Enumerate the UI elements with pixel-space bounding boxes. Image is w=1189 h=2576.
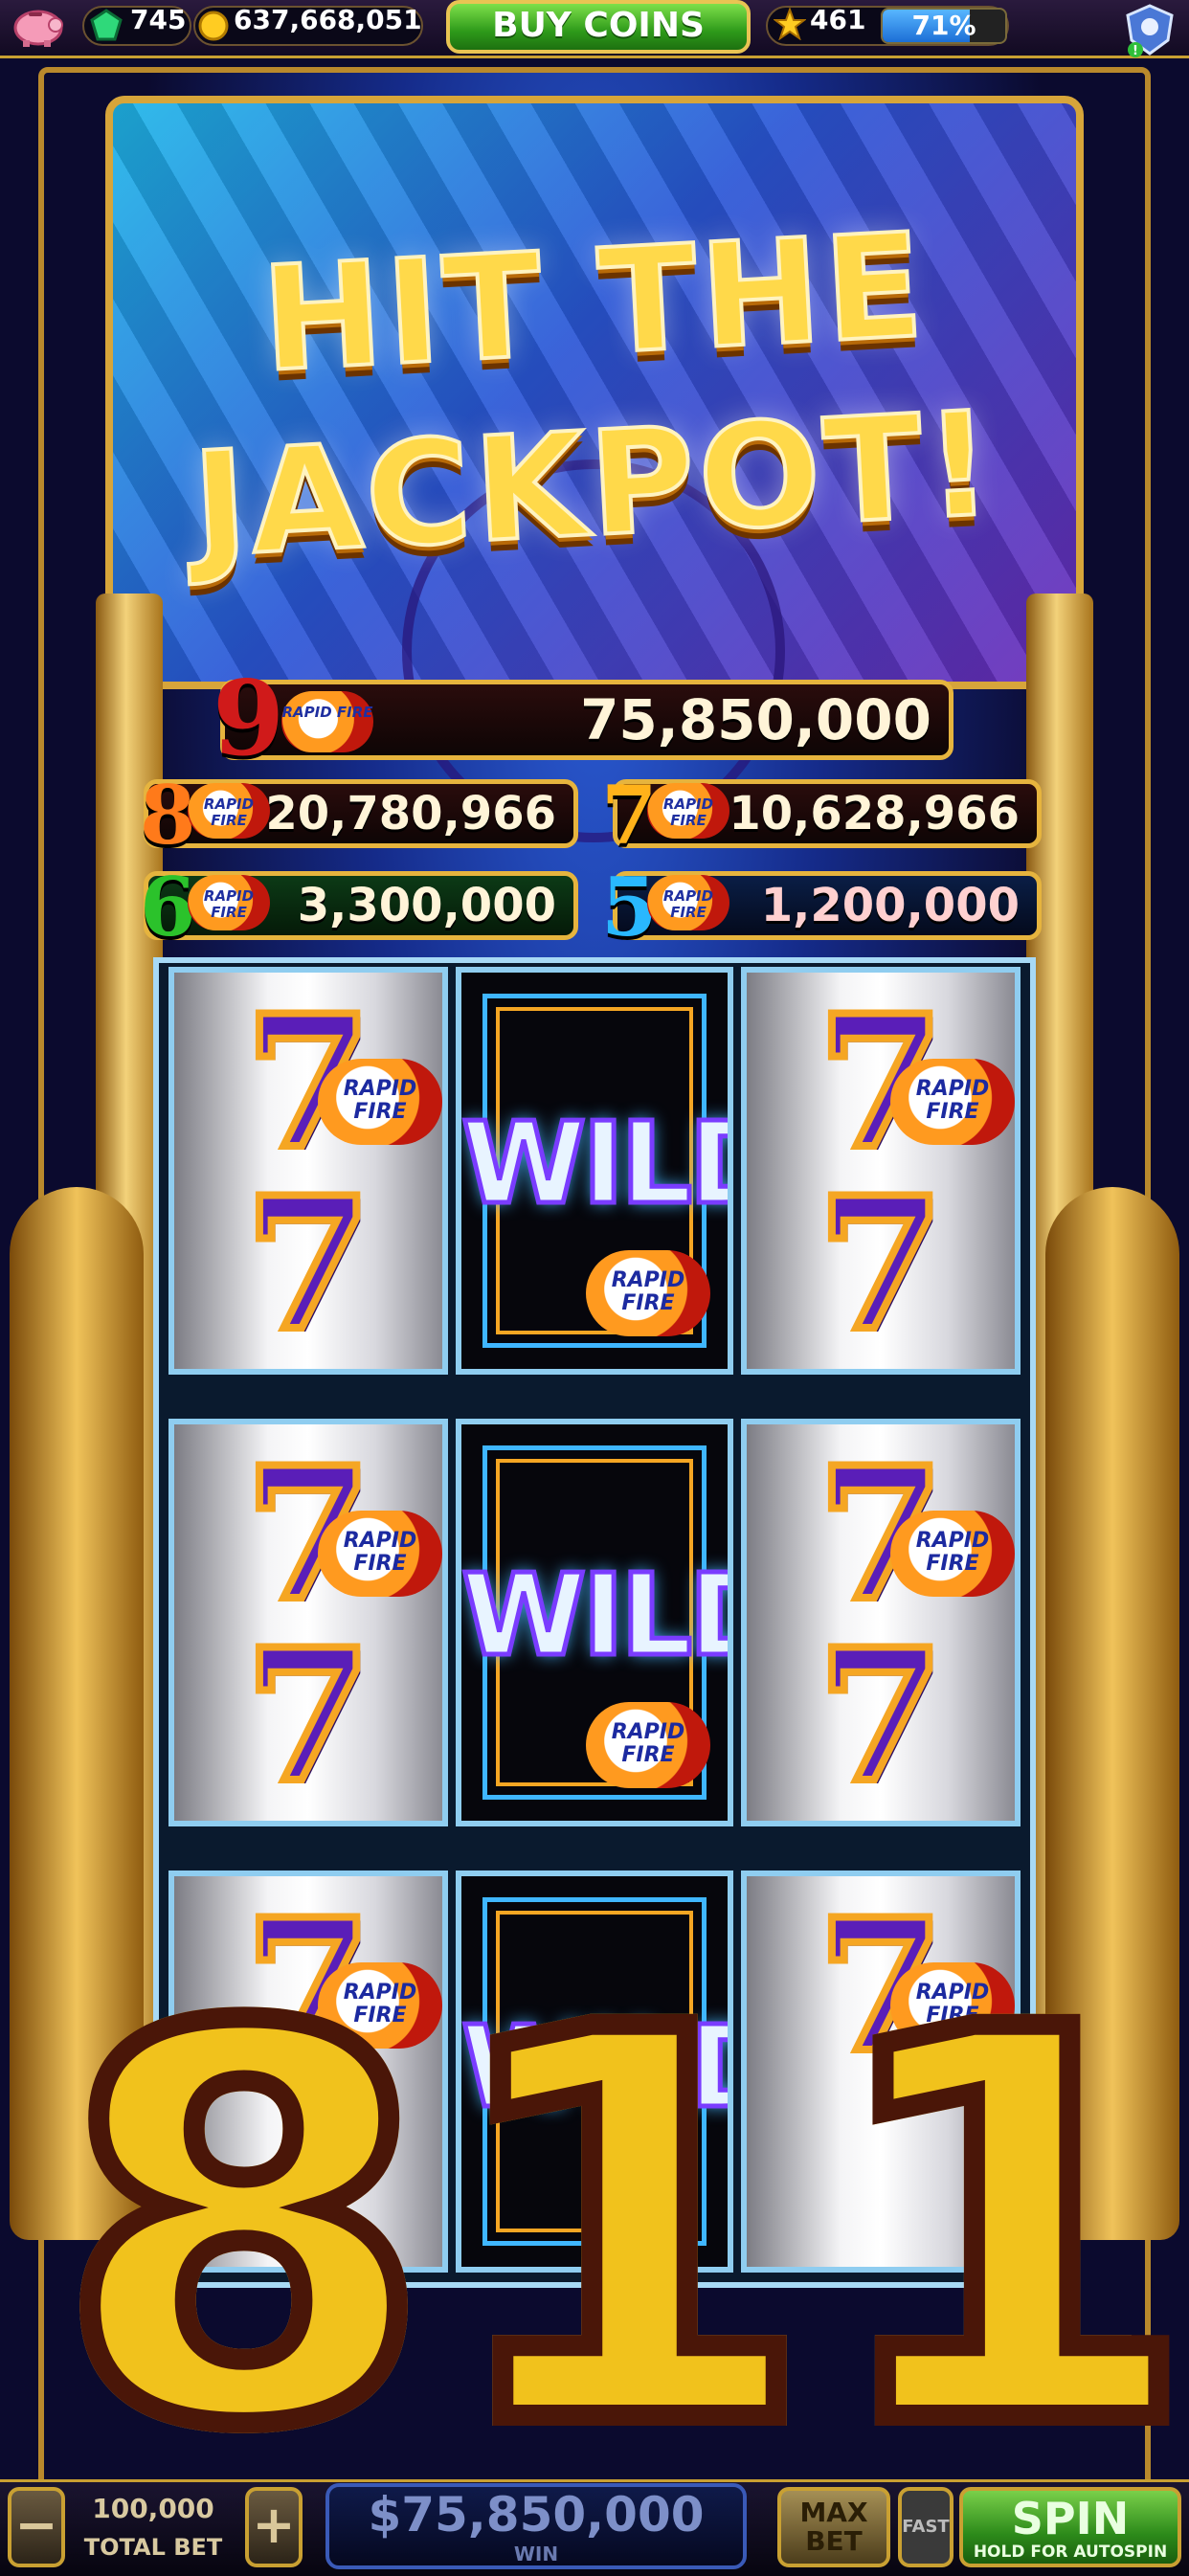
- reel-cell-seven: 7 7 RAPID FIRE: [741, 1419, 1021, 1826]
- wild-symbol: WILD: [461, 1547, 728, 1684]
- gem-count: 745: [130, 4, 187, 35]
- win-display: $75,850,000 WIN: [325, 2483, 747, 2569]
- total-bet-display: 100,000 TOTAL BET: [67, 2487, 239, 2567]
- buy-coins-button[interactable]: BUY COINS: [446, 0, 751, 54]
- seven-symbol: 7: [241, 1157, 375, 1371]
- coin-icon: [197, 10, 230, 42]
- star-icon: [773, 7, 807, 41]
- xp-progress-bar: 71%: [881, 8, 1007, 44]
- decrease-bet-button[interactable]: −: [8, 2487, 65, 2567]
- increase-bet-button[interactable]: +: [245, 2487, 303, 2567]
- player-level: 461: [810, 4, 866, 35]
- reel-cell-seven: 7 7 RAPID FIRE: [168, 967, 448, 1375]
- wild-symbol: WILD: [461, 1095, 728, 1232]
- rapid-fire-badge: RAPID FIRE: [890, 1059, 1015, 1145]
- total-bet-value: 100,000: [92, 2493, 214, 2524]
- rapid-fire-badge: RAPID FIRE: [647, 875, 729, 930]
- overlay-counter: 811: [47, 1918, 1189, 2542]
- xp-percent: 71%: [911, 10, 976, 41]
- rapid-fire-badge: RAPID FIRE: [188, 783, 270, 839]
- reel-cell-seven: 7 7 RAPID FIRE: [168, 1419, 448, 1826]
- rapid-fire-badge: RAPID FIRE: [318, 1511, 442, 1597]
- jackpot-value: 3,300,000: [297, 879, 556, 932]
- reel-cell-seven: 7 7 RAPID FIRE: [741, 967, 1021, 1375]
- piggy-bank-icon[interactable]: [8, 4, 69, 48]
- total-bet-label: TOTAL BET: [83, 2534, 223, 2561]
- profile-badge-icon[interactable]: !: [1120, 2, 1179, 59]
- jackpot-value: 20,780,966: [265, 787, 556, 840]
- top-bar: 745 637,668,051 BUY COINS 461 71% !: [0, 0, 1189, 58]
- coin-balance: 637,668,051: [234, 4, 422, 35]
- fast-spin-toggle[interactable]: FAST: [898, 2487, 953, 2567]
- spin-button[interactable]: SPIN HOLD FOR AUTOSPIN: [959, 2487, 1181, 2567]
- rapid-fire-badge: RAPID FIRE: [647, 783, 729, 839]
- win-label: WIN: [513, 2542, 559, 2565]
- reel-cell-wild: WILD RAPID FIRE: [456, 1419, 733, 1826]
- gem-icon: [90, 9, 123, 41]
- jackpot-value: 75,850,000: [580, 687, 931, 752]
- win-amount: $75,850,000: [368, 2487, 705, 2542]
- rapid-fire-badge: RAPID FIRE: [188, 875, 270, 930]
- rapid-fire-badge: RAPID FIRE: [586, 1250, 710, 1336]
- jackpot-number: 9: [213, 659, 285, 779]
- jackpot-value: 10,628,966: [729, 787, 1020, 840]
- rapid-fire-badge: RAPID FIRE: [890, 1511, 1015, 1597]
- seven-symbol: 7: [814, 1157, 948, 1371]
- seven-symbol: 7: [241, 1609, 375, 1823]
- rapid-fire-badge: RAPID FIRE: [281, 691, 373, 752]
- reel-cell-wild: WILD RAPID FIRE: [456, 967, 733, 1375]
- spin-label: SPIN: [1011, 2493, 1130, 2544]
- autospin-hint: HOLD FOR AUTOSPIN: [973, 2542, 1168, 2562]
- svg-text:!: !: [1133, 44, 1138, 58]
- seven-symbol: 7: [814, 1609, 948, 1823]
- jackpot-value: 1,200,000: [760, 879, 1020, 932]
- rapid-fire-badge: RAPID FIRE: [586, 1702, 710, 1788]
- rapid-fire-badge: RAPID FIRE: [318, 1059, 442, 1145]
- max-bet-button[interactable]: MAX BET: [777, 2487, 890, 2567]
